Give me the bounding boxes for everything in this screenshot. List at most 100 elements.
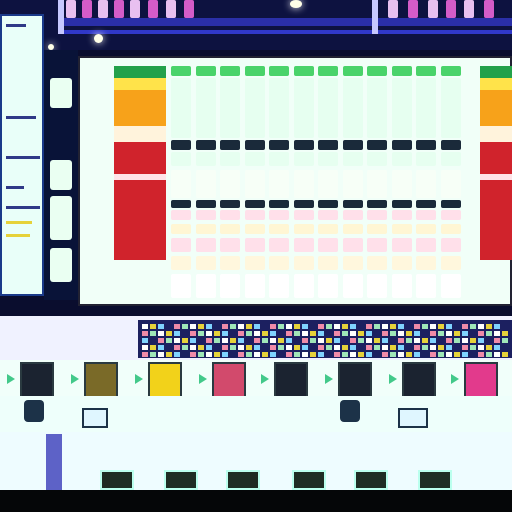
strip-cell[interactable] xyxy=(293,140,314,150)
strip-cell[interactable] xyxy=(244,66,265,76)
strip-cell[interactable] xyxy=(220,238,240,252)
sequencer-step[interactable] xyxy=(406,331,412,336)
strip-cell[interactable] xyxy=(269,78,289,138)
strip-cell[interactable] xyxy=(220,200,240,208)
sequencer-step[interactable] xyxy=(318,338,324,343)
sequencer-step[interactable] xyxy=(462,324,468,329)
sequencer-step[interactable] xyxy=(382,345,388,350)
strip-cell[interactable] xyxy=(220,274,240,298)
strip-cell[interactable] xyxy=(171,152,191,166)
sequencer-step[interactable] xyxy=(422,331,428,336)
sequencer-step[interactable] xyxy=(254,352,260,357)
channel-strip[interactable] xyxy=(366,66,388,302)
strip-cell[interactable] xyxy=(244,274,265,298)
strip-cell[interactable] xyxy=(269,152,289,166)
sequencer-step[interactable] xyxy=(438,338,444,343)
step-sequencer[interactable] xyxy=(138,320,512,358)
sequencer-step[interactable] xyxy=(262,352,268,357)
strip-cell[interactable] xyxy=(342,210,363,220)
strip-cell[interactable] xyxy=(244,200,265,208)
sequencer-step[interactable] xyxy=(190,345,196,350)
sequencer-step[interactable] xyxy=(454,331,460,336)
strip-cell[interactable] xyxy=(244,256,265,270)
sequencer-step[interactable] xyxy=(142,345,148,350)
strip-cell[interactable] xyxy=(391,170,412,198)
strip-cell[interactable] xyxy=(440,140,461,150)
scroll-handle[interactable] xyxy=(46,434,62,490)
strip-cell[interactable] xyxy=(293,274,314,298)
sequencer-step[interactable] xyxy=(278,324,284,329)
clip-slot-icon[interactable] xyxy=(20,362,54,398)
strip-cell[interactable] xyxy=(367,210,387,220)
sequencer-step[interactable] xyxy=(382,324,388,329)
strip-cell[interactable] xyxy=(195,152,216,166)
play-icon[interactable] xyxy=(132,372,146,386)
strip-cell[interactable] xyxy=(416,274,436,298)
strip-cell[interactable] xyxy=(293,200,314,208)
sequencer-step[interactable] xyxy=(270,324,276,329)
strip-cell[interactable] xyxy=(269,274,289,298)
strip-cell[interactable] xyxy=(220,224,240,234)
sequencer-step[interactable] xyxy=(166,345,172,350)
strip-cell[interactable] xyxy=(416,78,436,138)
sequencer-step[interactable] xyxy=(238,324,244,329)
sequencer-step[interactable] xyxy=(318,345,324,350)
sequencer-step[interactable] xyxy=(318,324,324,329)
sequencer-step[interactable] xyxy=(318,331,324,336)
strip-cell[interactable] xyxy=(416,200,436,208)
sequencer-step[interactable] xyxy=(438,345,444,350)
sequencer-step[interactable] xyxy=(350,345,356,350)
sequencer-step[interactable] xyxy=(406,338,412,343)
strip-cell[interactable] xyxy=(342,140,363,150)
strip-cell[interactable] xyxy=(171,274,191,298)
sequencer-step[interactable] xyxy=(238,352,244,357)
sequencer-step[interactable] xyxy=(230,338,236,343)
sequencer-step[interactable] xyxy=(318,352,324,357)
strip-cell[interactable] xyxy=(244,238,265,252)
sequencer-step[interactable] xyxy=(398,324,404,329)
sequencer-step[interactable] xyxy=(326,331,332,336)
sequencer-step[interactable] xyxy=(182,324,188,329)
sequencer-step[interactable] xyxy=(414,324,420,329)
play-icon[interactable] xyxy=(322,372,336,386)
sequencer-step[interactable] xyxy=(222,352,228,357)
sequencer-step[interactable] xyxy=(142,324,148,329)
sequencer-step[interactable] xyxy=(470,338,476,343)
sequencer-step[interactable] xyxy=(366,338,372,343)
sequencer-step[interactable] xyxy=(382,338,388,343)
sequencer-step[interactable] xyxy=(286,331,292,336)
sequencer-step[interactable] xyxy=(374,324,380,329)
sequencer-step[interactable] xyxy=(382,352,388,357)
strip-cell[interactable] xyxy=(269,256,289,270)
sequencer-step[interactable] xyxy=(342,338,348,343)
strip-cell[interactable] xyxy=(293,238,314,252)
strip-cell[interactable] xyxy=(367,224,387,234)
strip-cell[interactable] xyxy=(318,66,338,76)
sequencer-step[interactable] xyxy=(430,345,436,350)
sequencer-step[interactable] xyxy=(190,324,196,329)
sequencer-step[interactable] xyxy=(486,324,492,329)
strip-cell[interactable] xyxy=(391,78,412,138)
sequencer-step[interactable] xyxy=(430,324,436,329)
sequencer-step[interactable] xyxy=(262,338,268,343)
sequencer-step[interactable] xyxy=(302,331,308,336)
sequencer-step[interactable] xyxy=(206,324,212,329)
sequencer-step[interactable] xyxy=(182,352,188,357)
sequencer-step[interactable] xyxy=(166,352,172,357)
strip-cell[interactable] xyxy=(342,78,363,138)
sequencer-step[interactable] xyxy=(342,352,348,357)
sequencer-step[interactable] xyxy=(150,345,156,350)
strip-cell[interactable] xyxy=(171,66,191,76)
strip-cell[interactable] xyxy=(367,78,387,138)
sequencer-step[interactable] xyxy=(398,345,404,350)
clip-slot-icon[interactable] xyxy=(274,362,308,398)
sequencer-step[interactable] xyxy=(334,338,340,343)
sequencer-step[interactable] xyxy=(230,331,236,336)
sequencer-step[interactable] xyxy=(262,345,268,350)
sequencer-step[interactable] xyxy=(422,345,428,350)
side-button[interactable] xyxy=(50,160,72,190)
sequencer-step[interactable] xyxy=(350,338,356,343)
sequencer-step[interactable] xyxy=(246,345,252,350)
sequencer-step[interactable] xyxy=(414,345,420,350)
strip-cell[interactable] xyxy=(244,152,265,166)
